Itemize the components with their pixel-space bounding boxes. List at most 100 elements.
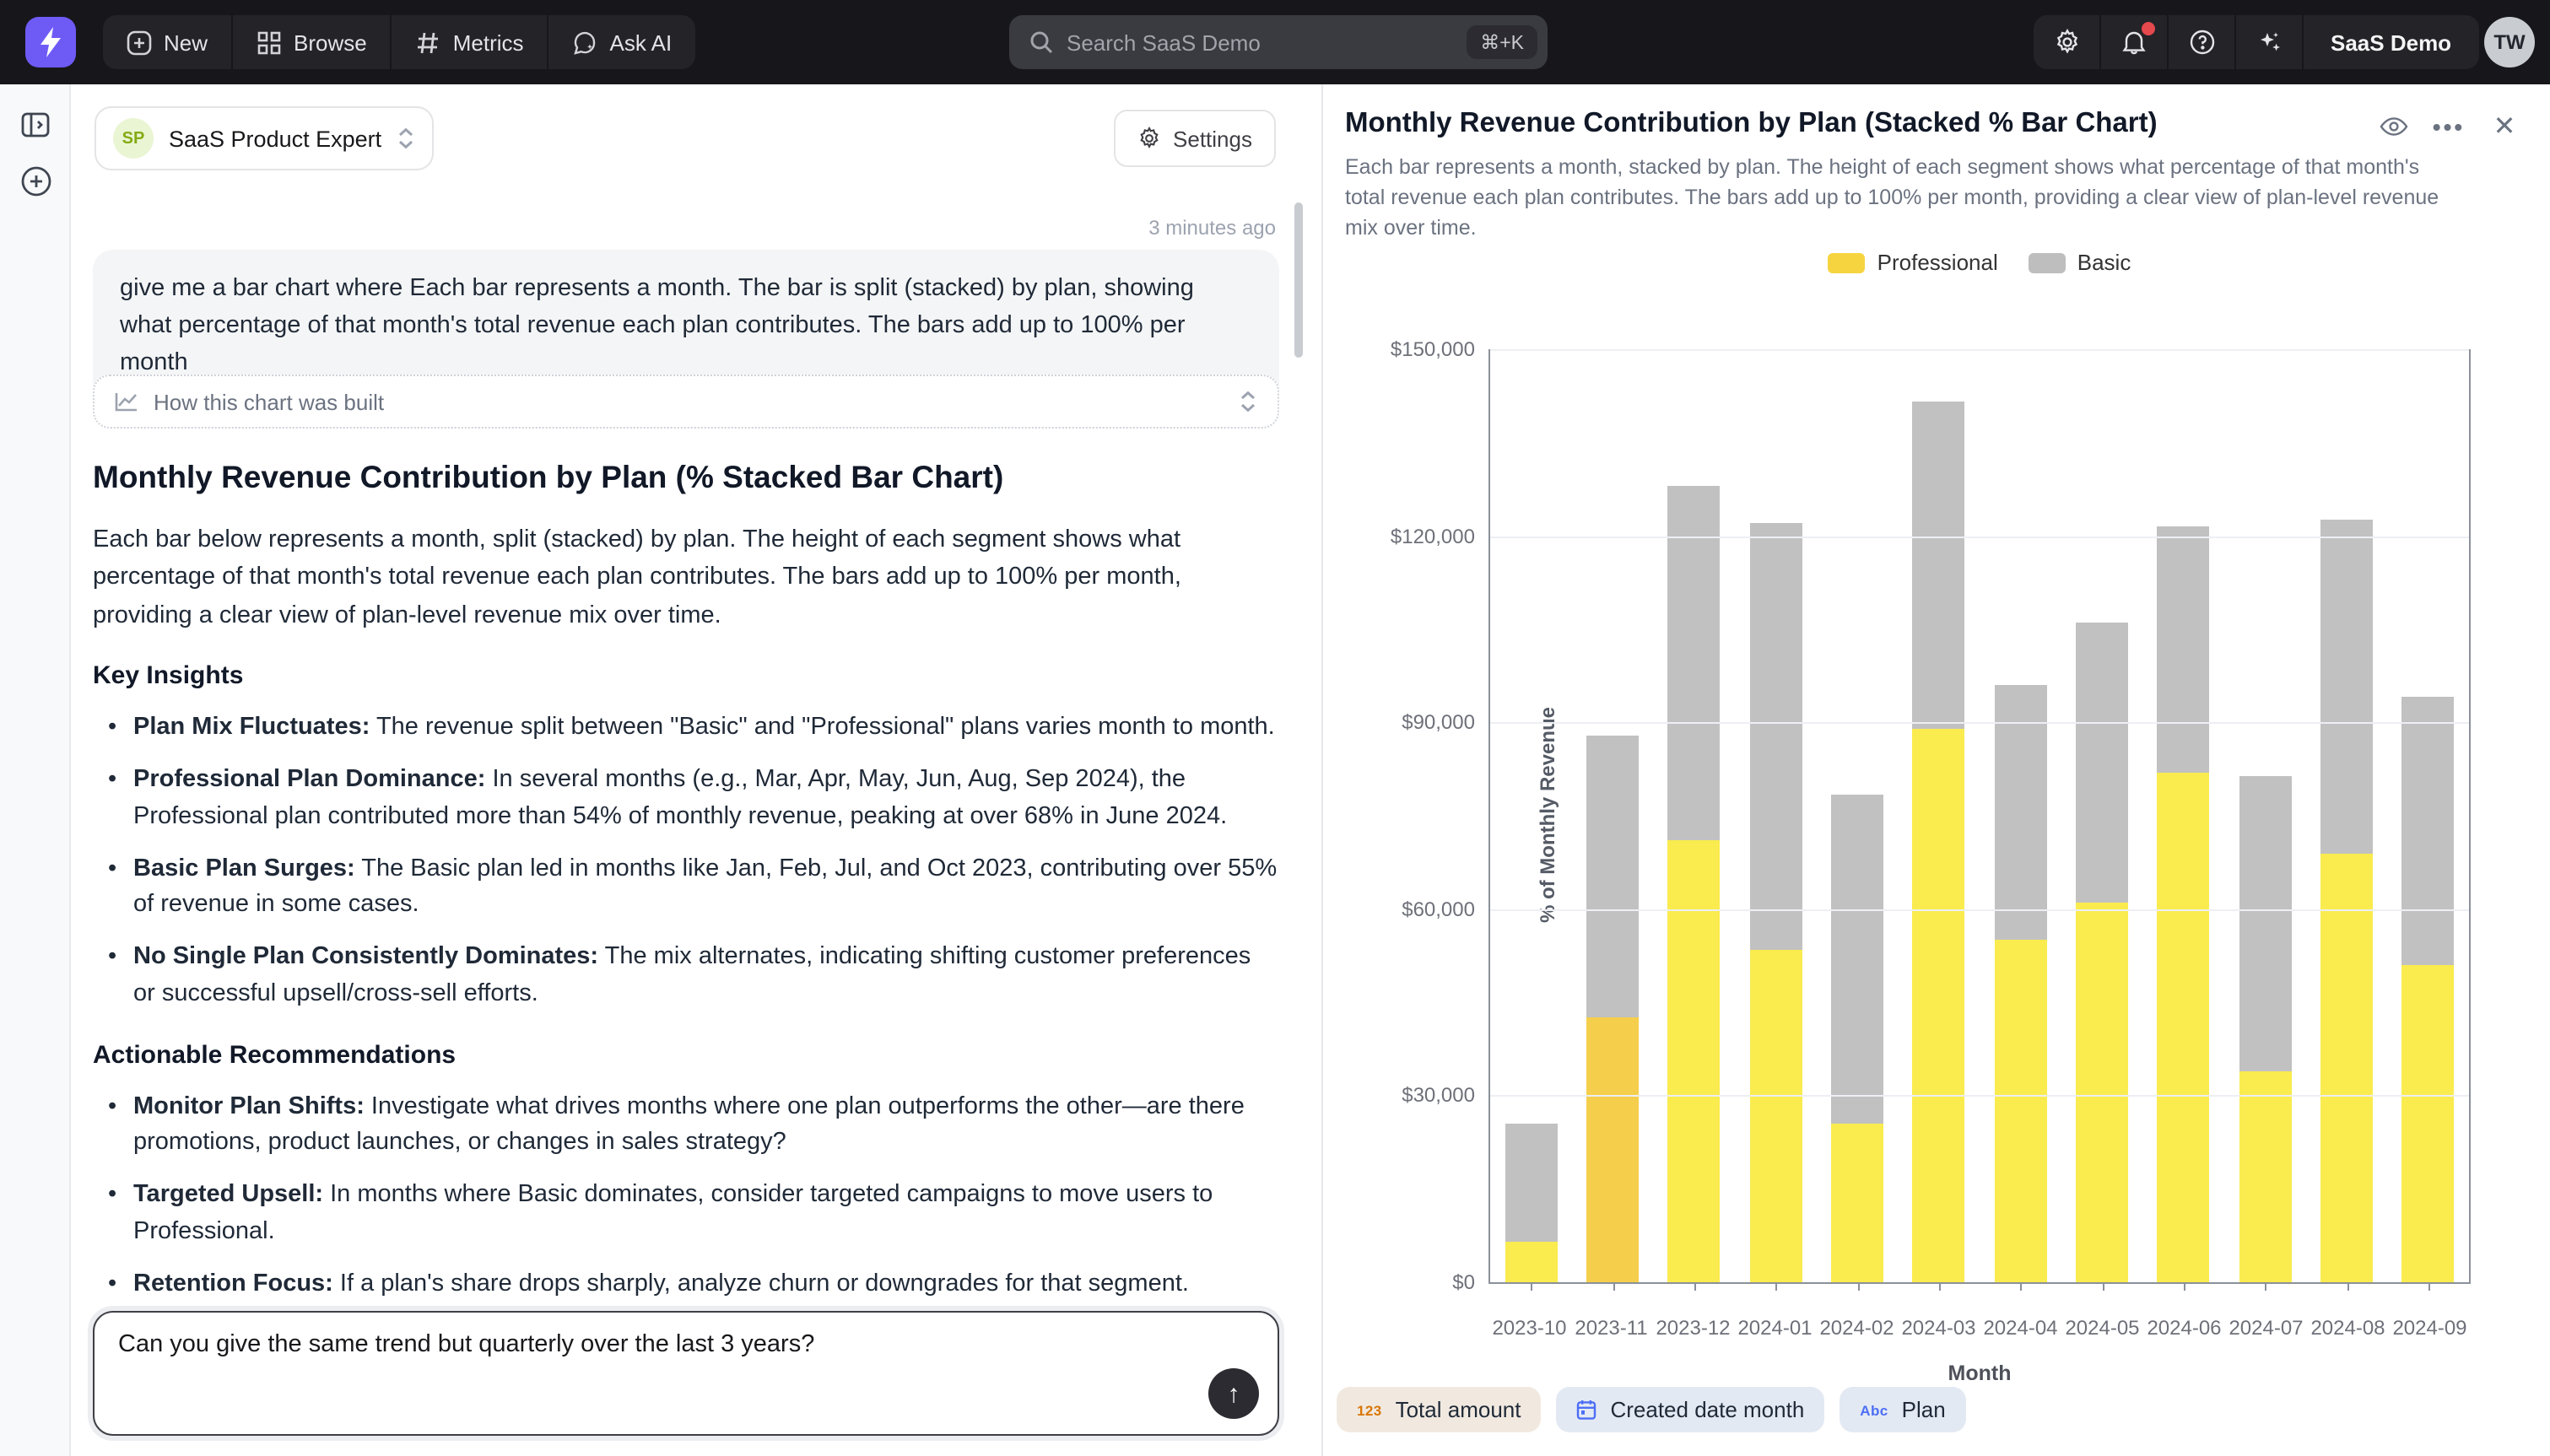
bar-2023-11[interactable] <box>1572 349 1654 1282</box>
segment-basic[interactable] <box>2239 775 2291 1070</box>
x-tick-label: 2024-05 <box>2061 1316 2143 1340</box>
workspace-button[interactable]: SaaS Demo <box>2304 15 2478 69</box>
nav-item-label: Browse <box>294 30 367 55</box>
segment-professional[interactable] <box>2158 772 2210 1282</box>
gridline <box>1490 536 2469 537</box>
chat-scrollbar[interactable] <box>1294 202 1303 358</box>
y-tick-label: $90,000 <box>1340 710 1475 734</box>
insights-heading: Key Insights <box>93 662 1279 691</box>
segment-basic[interactable] <box>2076 623 2128 903</box>
help-button[interactable] <box>2169 15 2236 69</box>
more-options-button[interactable]: ••• <box>2430 108 2467 145</box>
x-tick-label: 2023-10 <box>1488 1316 1570 1340</box>
segment-professional[interactable] <box>1831 1124 1883 1282</box>
segment-basic[interactable] <box>1913 402 1965 729</box>
agent-settings-button[interactable]: Settings <box>1114 110 1276 167</box>
segment-professional[interactable] <box>1586 1018 1639 1282</box>
chip-total-amount[interactable]: 123 Total amount <box>1337 1387 1541 1432</box>
x-tick <box>2265 1284 2266 1291</box>
send-button[interactable]: ↑ <box>1208 1368 1259 1419</box>
global-search-input[interactable]: Search SaaS Demo ⌘+K <box>1009 15 1548 69</box>
viewport: New Browse Metrics Ask AI Search SaaS De… <box>0 0 2550 1456</box>
segment-professional[interactable] <box>1668 841 1721 1283</box>
legend-item-basic[interactable]: Basic <box>2029 250 2131 275</box>
x-tick-label: 2024-03 <box>1898 1316 1980 1340</box>
bar-2023-10[interactable] <box>1490 349 1572 1282</box>
segment-basic[interactable] <box>1831 794 1883 1124</box>
ask-ai-button[interactable]: Ask AI <box>549 15 696 69</box>
chart-legend: Professional Basic <box>1488 250 2471 275</box>
agent-selector[interactable]: SP SaaS Product Expert <box>95 106 434 170</box>
segment-professional[interactable] <box>2402 965 2455 1282</box>
segment-professional[interactable] <box>1994 940 2046 1282</box>
chart-line-icon <box>115 391 138 412</box>
segment-professional[interactable] <box>1505 1242 1557 1282</box>
gridline <box>1490 909 2469 911</box>
response-title: Monthly Revenue Contribution by Plan (% … <box>93 459 1279 496</box>
bar-2024-05[interactable] <box>2061 349 2143 1282</box>
how-chart-built-toggle[interactable]: How this chart was built <box>93 375 1279 429</box>
bar-2024-06[interactable] <box>2142 349 2224 1282</box>
recommendations-list: Monitor Plan Shifts: Investigate what dr… <box>93 1089 1279 1303</box>
chat-panel: SP SaaS Product Expert Settings 3 minute… <box>71 84 1321 1456</box>
close-button[interactable]: ✕ <box>2486 108 2523 145</box>
bar-2024-04[interactable] <box>1980 349 2061 1282</box>
arrow-up-icon: ↑ <box>1228 1379 1240 1408</box>
bar-2024-07[interactable] <box>2224 349 2306 1282</box>
expand-sidebar-button[interactable] <box>15 105 56 145</box>
segment-basic[interactable] <box>1505 1124 1557 1242</box>
x-tick <box>2184 1284 2185 1291</box>
bar-2024-01[interactable] <box>1735 349 1817 1282</box>
segment-basic[interactable] <box>1586 735 1639 1017</box>
chat-sparkle-icon <box>573 30 598 55</box>
recommendations-heading: Actionable Recommendations <box>93 1040 1279 1069</box>
chip-label: Total amount <box>1396 1397 1521 1422</box>
segment-professional[interactable] <box>1749 950 1802 1282</box>
chip-plan[interactable]: Abc Plan <box>1840 1387 1965 1432</box>
user-avatar[interactable]: TW <box>2484 17 2535 67</box>
gridline <box>1490 1096 2469 1097</box>
ai-sparkles-button[interactable] <box>2236 15 2304 69</box>
segment-basic[interactable] <box>1668 486 1721 840</box>
calendar-icon <box>1576 1399 1596 1421</box>
bar-2023-12[interactable] <box>1653 349 1735 1282</box>
chart-panel: Monthly Revenue Contribution by Plan (St… <box>1323 84 2550 1456</box>
gridline <box>1490 722 2469 724</box>
message-input[interactable]: Can you give the same trend but quarterl… <box>93 1311 1279 1436</box>
sparkles-icon <box>2256 29 2283 56</box>
notifications-button[interactable] <box>2101 15 2169 69</box>
insights-list: Plan Mix Fluctuates: The revenue split b… <box>93 711 1279 1014</box>
x-tick <box>2428 1284 2430 1291</box>
y-tick-label: $150,000 <box>1340 337 1475 361</box>
settings-gear-button[interactable] <box>2034 15 2101 69</box>
field-chips: 123 Total amount Created date month Abc … <box>1337 1387 1966 1432</box>
new-thread-button[interactable] <box>15 160 56 201</box>
segment-basic[interactable] <box>1749 523 1802 949</box>
metrics-button[interactable]: Metrics <box>392 15 549 69</box>
segment-basic[interactable] <box>2158 526 2210 772</box>
bar-2024-02[interactable] <box>1817 349 1899 1282</box>
segment-basic[interactable] <box>2320 520 2373 853</box>
app-logo[interactable] <box>25 17 76 67</box>
nav-item-label: New <box>164 30 208 55</box>
segment-professional[interactable] <box>2320 853 2373 1282</box>
y-tick-label: $120,000 <box>1340 524 1475 547</box>
chip-created-date-month[interactable]: Created date month <box>1556 1387 1824 1432</box>
gear-icon <box>1137 127 1161 150</box>
x-tick <box>2347 1284 2348 1291</box>
bar-2024-08[interactable] <box>2306 349 2388 1282</box>
bar-2024-09[interactable] <box>2387 349 2469 1282</box>
segment-professional[interactable] <box>2239 1070 2291 1282</box>
preview-eye-button[interactable] <box>2374 108 2412 145</box>
segment-professional[interactable] <box>1913 729 1965 1282</box>
list-item: Targeted Upsell: In months where Basic d… <box>93 1178 1279 1251</box>
segment-basic[interactable] <box>2402 698 2455 965</box>
new-button[interactable]: New <box>103 15 233 69</box>
chevron-updown-icon <box>1239 390 1257 413</box>
legend-item-professional[interactable]: Professional <box>1829 250 1998 275</box>
main-nav: New Browse Metrics Ask AI <box>103 15 695 69</box>
bar-2024-03[interactable] <box>1898 349 1980 1282</box>
x-tick-label: 2023-11 <box>1570 1316 1652 1340</box>
browse-button[interactable]: Browse <box>233 15 392 69</box>
segment-professional[interactable] <box>2076 903 2128 1282</box>
